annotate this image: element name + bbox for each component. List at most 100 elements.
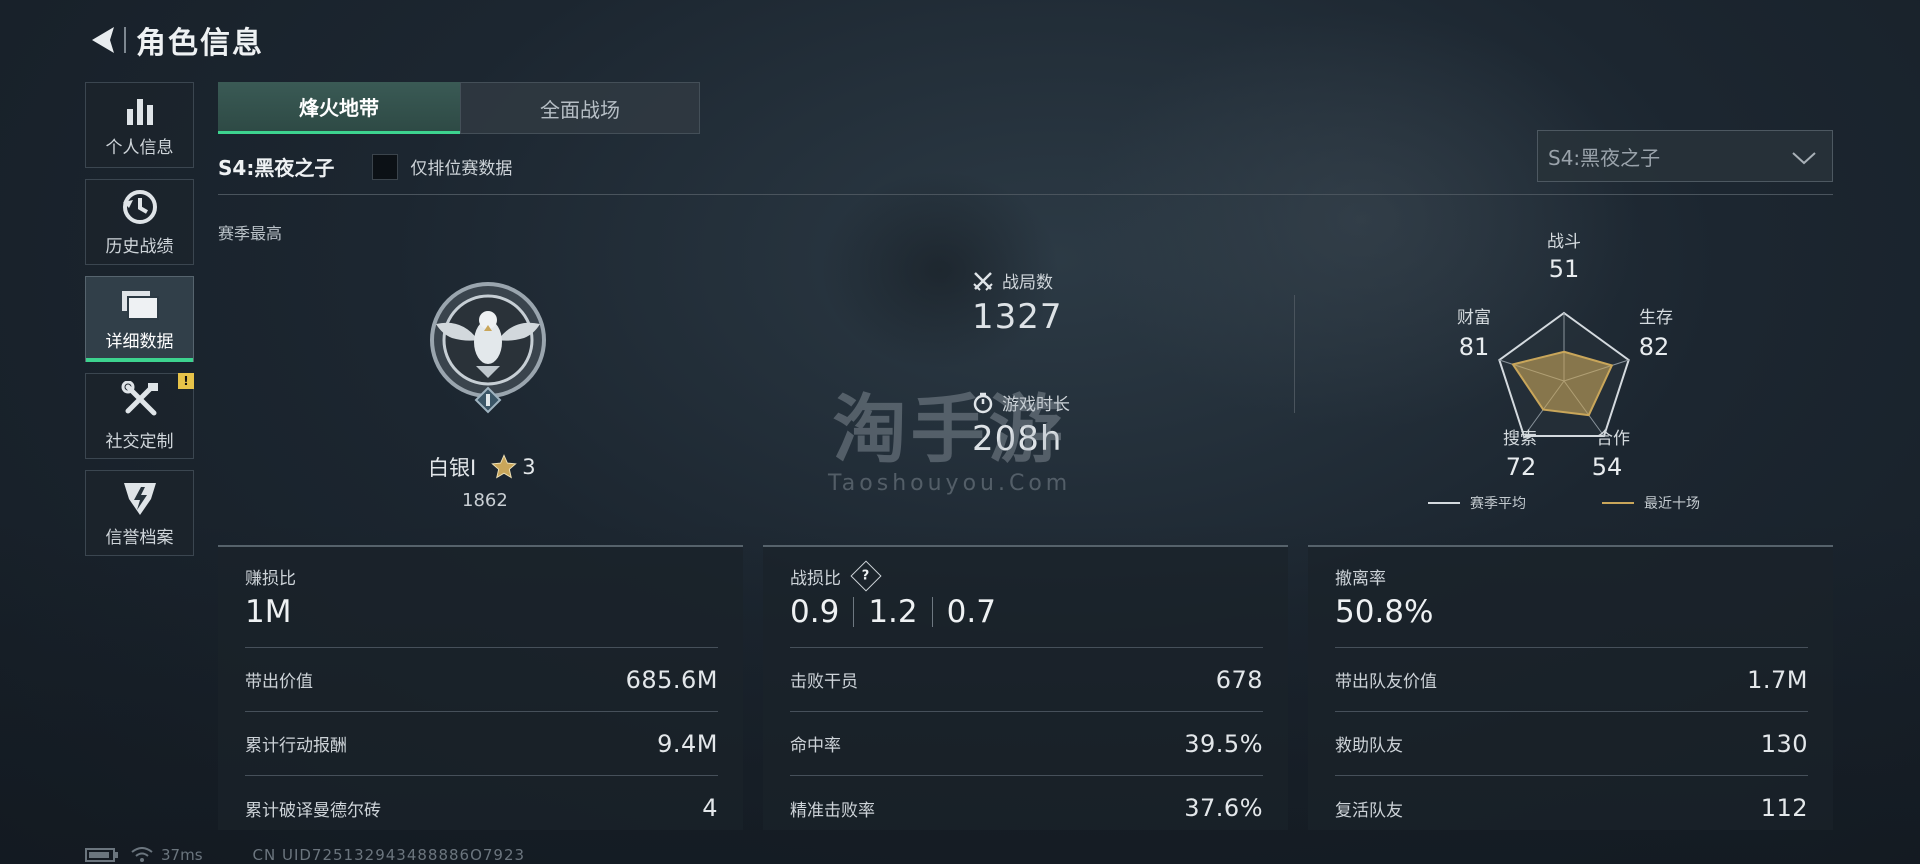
- wifi-icon: [131, 847, 153, 862]
- sidebar-item-label: 详细数据: [105, 331, 174, 352]
- extract-title: 撤离率: [1335, 568, 1386, 589]
- reputation-icon: [123, 482, 156, 515]
- sidebar: 个人信息 历史战绩 详细数据 社交定制 ! 信誉档案: [85, 82, 194, 567]
- extract-panel: 撤离率 50.8% 带出队友价值 1.7M 救助队友 130 复活队友 112: [1308, 545, 1833, 830]
- back-button[interactable]: [86, 22, 122, 58]
- row-value: 685.6M: [625, 665, 718, 694]
- row-value: 678: [1215, 665, 1263, 694]
- season-title: S4:黑夜之子: [218, 156, 335, 180]
- rank-name: 白银I: [428, 456, 477, 480]
- radar-value-wealth: 81: [1459, 333, 1490, 361]
- row-value: 130: [1760, 729, 1808, 758]
- matches-label: 战局数: [1002, 273, 1053, 293]
- extract-main-value: 50.8%: [1335, 594, 1434, 630]
- playtime-stat: 游戏时长 208h: [972, 390, 1070, 459]
- sidebar-item-label: 信誉档案: [105, 527, 174, 548]
- kd-value-1: 0.9: [790, 594, 840, 630]
- sidebar-item-detailed-data[interactable]: 详细数据: [85, 276, 194, 362]
- tab-full-battlefield[interactable]: 全面战场: [460, 82, 700, 134]
- row-label: 累计破译曼德尔砖: [245, 800, 381, 821]
- ranked-only-label: 仅排位赛数据: [410, 159, 513, 179]
- help-icon: ?: [862, 568, 870, 584]
- combat-main-values: 0.9 1.2 0.7: [790, 593, 1263, 631]
- row-value: 1.7M: [1747, 665, 1808, 694]
- table-row: 累计行动报酬 9.4M: [245, 712, 718, 776]
- legend-label-recent: 最近十场: [1644, 496, 1700, 512]
- tab-hazard-zone[interactable]: 烽火地带: [218, 82, 460, 134]
- row-value: 4: [702, 794, 718, 822]
- rank-line: 白银I 3: [428, 452, 536, 482]
- legend-label-average: 赛季平均: [1470, 496, 1526, 512]
- header: 角色信息: [86, 20, 264, 61]
- ranked-only-checkbox[interactable]: [372, 153, 399, 180]
- sidebar-item-label: 历史战绩: [105, 236, 174, 257]
- row-label: 复活队友: [1335, 800, 1403, 821]
- row-label: 击败干员: [790, 672, 858, 692]
- stopwatch-icon: [973, 392, 993, 413]
- page-title: 角色信息: [136, 26, 264, 61]
- section-divider: [218, 194, 1833, 195]
- warning-badge: !: [178, 373, 194, 389]
- row-value: 39.5%: [1184, 729, 1263, 758]
- value-separator: [931, 597, 933, 627]
- season-best-label: 赛季最高: [218, 224, 283, 243]
- sidebar-item-reputation[interactable]: 信誉档案: [85, 470, 194, 556]
- combat-panel: 战损比 ? 0.9 1.2 0.7 击败干员 678 命中率 39.5% 精准击…: [763, 545, 1288, 830]
- bar-chart-icon: [126, 98, 153, 125]
- row-label: 命中率: [790, 736, 841, 756]
- table-row: 带出队友价值 1.7M: [1335, 648, 1808, 712]
- rank-score: 1862: [462, 490, 508, 511]
- playtime-value: 208h: [972, 419, 1063, 459]
- rank-stars: 3: [522, 455, 536, 479]
- sidebar-item-social[interactable]: 社交定制 !: [85, 373, 194, 459]
- sidebar-item-personal-info[interactable]: 个人信息: [85, 82, 194, 168]
- row-value: 37.6%: [1184, 794, 1263, 822]
- season-row: S4:黑夜之子 仅排位赛数据: [218, 152, 512, 181]
- vertical-divider: [1294, 295, 1295, 413]
- crossed-swords-icon: [973, 271, 993, 291]
- row-value: 112: [1760, 794, 1808, 822]
- legend-season-average: 赛季平均: [1428, 493, 1526, 513]
- table-row: 救助队友 130: [1335, 712, 1808, 776]
- rank-emblem-icon: [430, 282, 546, 414]
- chevron-down-icon: [1792, 152, 1816, 165]
- radar-label-wealth: 财富: [1457, 308, 1491, 328]
- user-uid: CN UID725132943488886O7923: [252, 846, 526, 864]
- mode-tabs: 烽火地带 全面战场: [218, 82, 700, 134]
- season-dropdown-value: S4:黑夜之子: [1548, 145, 1661, 170]
- value-separator: [853, 597, 855, 627]
- row-label: 精准击败率: [790, 800, 875, 821]
- watermark-subtext: Taoshouyou.Com: [828, 471, 1072, 496]
- radar-label-cooperation: 合作: [1596, 429, 1630, 449]
- radar-label-combat: 战斗: [1547, 232, 1581, 252]
- radar-value-combat: 51: [1549, 255, 1580, 283]
- legend-line-recent: [1602, 502, 1634, 504]
- radar-label-search: 搜索: [1503, 429, 1537, 449]
- profit-title: 赚损比: [245, 568, 296, 589]
- table-row: 带出价值 685.6M: [245, 648, 718, 712]
- history-icon: [122, 189, 157, 224]
- sidebar-item-history[interactable]: 历史战绩: [85, 179, 194, 265]
- star-icon: [491, 454, 517, 479]
- help-button[interactable]: ?: [850, 560, 882, 592]
- status-bar: 37ms CN UID725132943488886O7923: [85, 846, 525, 864]
- radar-value-survival: 82: [1639, 333, 1670, 361]
- back-arrow-icon: [92, 27, 114, 53]
- radar-value-search: 72: [1506, 453, 1537, 481]
- season-dropdown[interactable]: S4:黑夜之子: [1537, 130, 1833, 182]
- table-row: 击败干员 678: [790, 648, 1263, 712]
- profit-panel: 赚损比 1M 带出价值 685.6M 累计行动报酬 9.4M 累计破译曼德尔砖 …: [218, 545, 743, 830]
- combat-header: 战损比 ?: [790, 560, 1263, 592]
- ping-value: 37ms: [161, 846, 203, 864]
- battery-icon: [85, 848, 118, 862]
- legend-line-average: [1428, 502, 1460, 504]
- playtime-label: 游戏时长: [1002, 395, 1070, 415]
- ability-radar-chart: 战斗 51 生存 82 合作 54 搜索 72 财富 81: [1457, 232, 1673, 481]
- row-value: 9.4M: [657, 729, 718, 758]
- table-row: 累计破译曼德尔砖 4: [245, 776, 718, 840]
- row-label: 累计行动报酬: [245, 736, 347, 756]
- profit-main-value: 1M: [245, 594, 292, 630]
- table-row: 复活队友 112: [1335, 776, 1808, 840]
- row-label: 带出队友价值: [1335, 672, 1437, 692]
- table-row: 命中率 39.5%: [790, 712, 1263, 776]
